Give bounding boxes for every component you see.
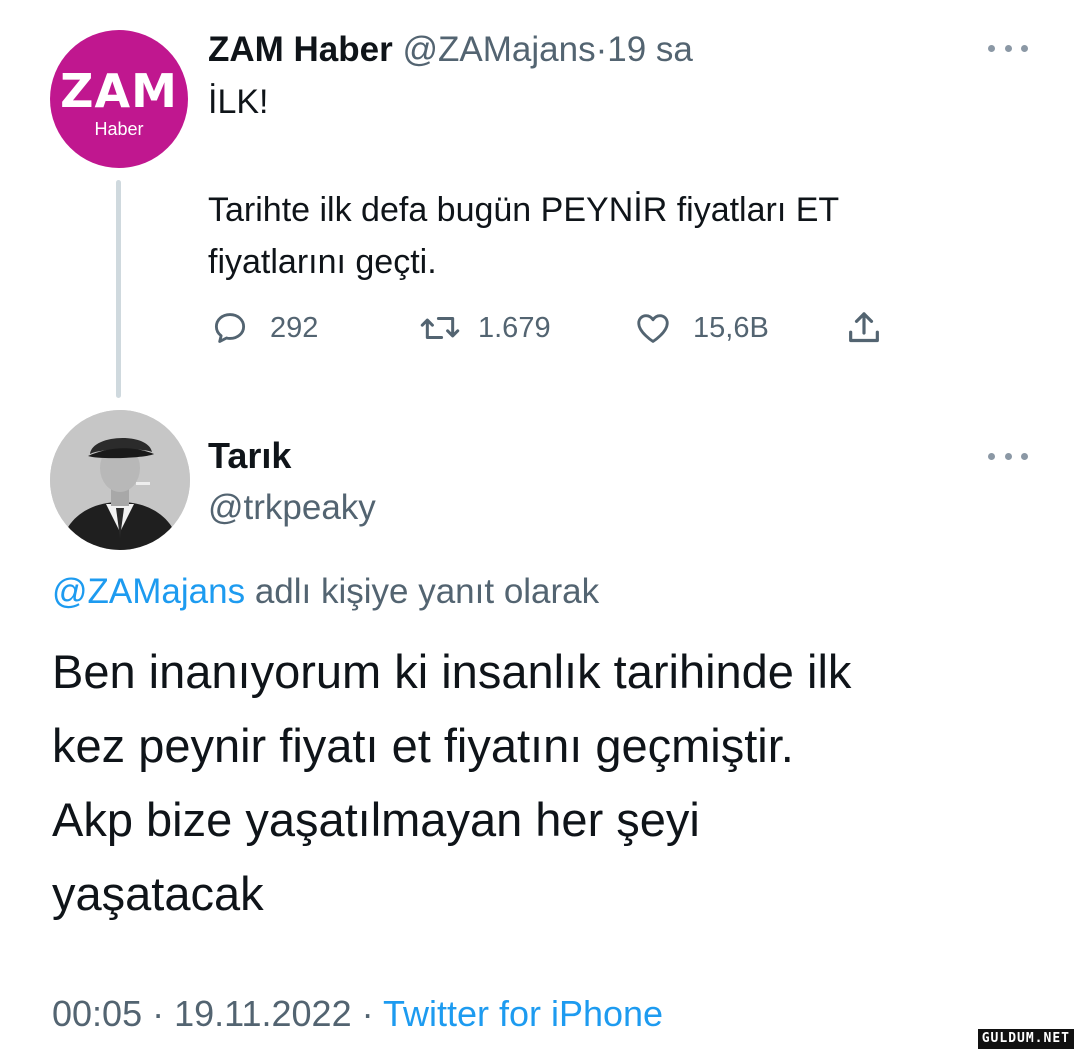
reply-count: 292 [270, 311, 319, 344]
tweet-time[interactable]: 00:05 [52, 993, 142, 1034]
tweet-text-line: fiyatlarını geçti. [208, 243, 437, 281]
user-handle[interactable]: @trkpeaky [208, 486, 376, 530]
tweet-footer: 00:05 · 19.11.2022 · Twitter for iPhone [52, 990, 663, 1038]
like-button[interactable]: 15,6B [633, 306, 769, 350]
heart-icon [633, 309, 673, 347]
thread-connector-line [116, 180, 121, 398]
header-separator: · [595, 30, 608, 69]
tweet-header: ZAM Haber @ZAMajans·19 sa [208, 28, 693, 72]
avatar-logo-text: ZAM [60, 64, 178, 118]
display-name[interactable]: ZAM Haber [208, 30, 393, 69]
tweet-timestamp[interactable]: 19 sa [607, 30, 693, 69]
reply-mention-link[interactable]: @ZAMajans [52, 572, 245, 611]
avatar-logo-subtext: Haber [94, 119, 144, 139]
tweet-text-line: yaşatacak [52, 867, 264, 920]
tweet-text-line: Ben inanıyorum ki insanlık tarihinde ilk [52, 645, 852, 698]
tweet-text-line: Tarihte ilk defa bugün PEYNİR fiyatları … [208, 191, 840, 229]
tweet-actions-bar: 292 1.679 15,6B [208, 306, 898, 350]
user-handle[interactable]: @ZAMajans [402, 30, 595, 69]
reply-button[interactable]: 292 [210, 306, 318, 350]
tweet-source-link[interactable]: Twitter for iPhone [383, 993, 663, 1034]
tweet-date[interactable]: 19.11.2022 [174, 993, 352, 1034]
avatar-tarik[interactable] [50, 410, 190, 550]
retweet-count: 1.679 [478, 311, 551, 344]
tweet-text-line: İLK! [208, 83, 269, 121]
profile-photo-icon [50, 410, 190, 550]
tweet-text-line: kez peynir fiyatı et fiyatını geçmiştir. [52, 719, 794, 772]
more-dots-icon[interactable] [988, 38, 1028, 58]
display-name[interactable]: Tarık [208, 434, 291, 478]
footer-separator: · [351, 993, 383, 1034]
retweet-icon [418, 309, 462, 347]
tweet-text-line: Akp bize yaşatılmayan her şeyi [52, 793, 700, 846]
share-icon [844, 308, 884, 348]
footer-separator: · [142, 993, 175, 1034]
share-button[interactable] [844, 306, 884, 350]
like-count: 15,6B [693, 311, 769, 344]
retweet-button[interactable]: 1.679 [418, 306, 551, 350]
reply-context: @ZAMajans adlı kişiye yanıt olarak [52, 570, 599, 614]
reply-context-suffix: adlı kişiye yanıt olarak [245, 572, 600, 611]
more-dots-icon[interactable] [988, 446, 1028, 466]
comment-icon [210, 309, 250, 347]
avatar-zam-haber[interactable]: ZAM Haber [50, 30, 188, 168]
watermark-badge: GULDUM.NET [977, 1029, 1074, 1049]
